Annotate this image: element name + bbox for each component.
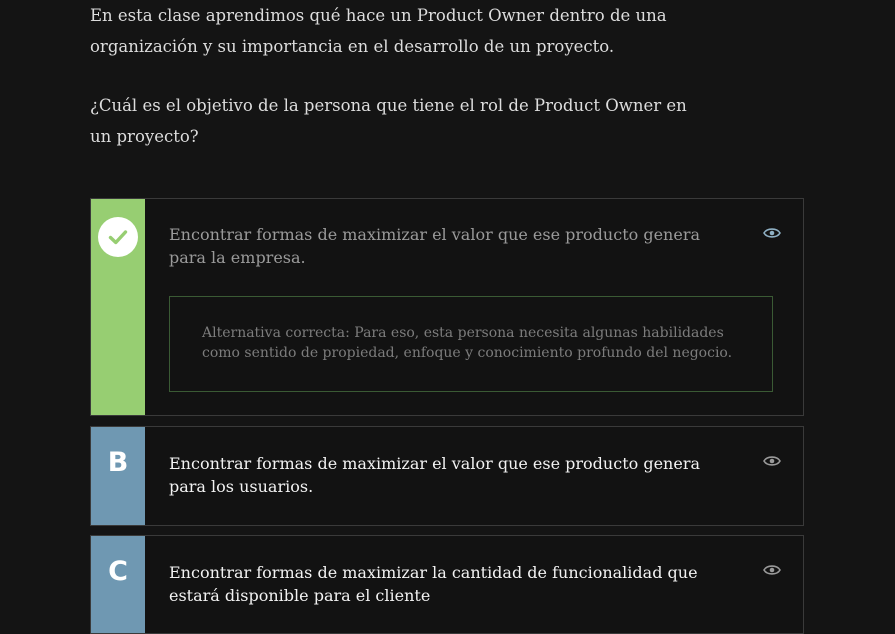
option-a-stripe (91, 199, 145, 415)
option-b-letter: B (107, 447, 129, 478)
option-a-text: Encontrar formas de maximizar el valor q… (169, 225, 701, 267)
intro-paragraph: En esta clase aprendimos qué hace un Pro… (90, 6, 667, 56)
correct-feedback: Alternativa correcta: Para eso, esta per… (169, 296, 773, 392)
check-icon (98, 217, 138, 257)
answer-option-b[interactable]: B Encontrar formas de maximizar el valor… (90, 426, 804, 526)
eye-icon[interactable] (763, 564, 781, 576)
question-text: ¿Cuál es el objetivo de la persona que t… (90, 96, 687, 146)
option-b-stripe: B (91, 427, 145, 525)
answer-option-c[interactable]: C Encontrar formas de maximizar la canti… (90, 535, 804, 634)
option-c-stripe: C (91, 536, 145, 633)
option-c-text: Encontrar formas de maximizar la cantida… (169, 563, 698, 605)
option-c-letter: C (108, 556, 128, 587)
eye-icon[interactable] (763, 455, 781, 467)
eye-icon[interactable] (763, 227, 781, 239)
option-b-text: Encontrar formas de maximizar el valor q… (169, 454, 701, 496)
answer-option-a[interactable]: Encontrar formas de maximizar el valor q… (90, 198, 804, 416)
